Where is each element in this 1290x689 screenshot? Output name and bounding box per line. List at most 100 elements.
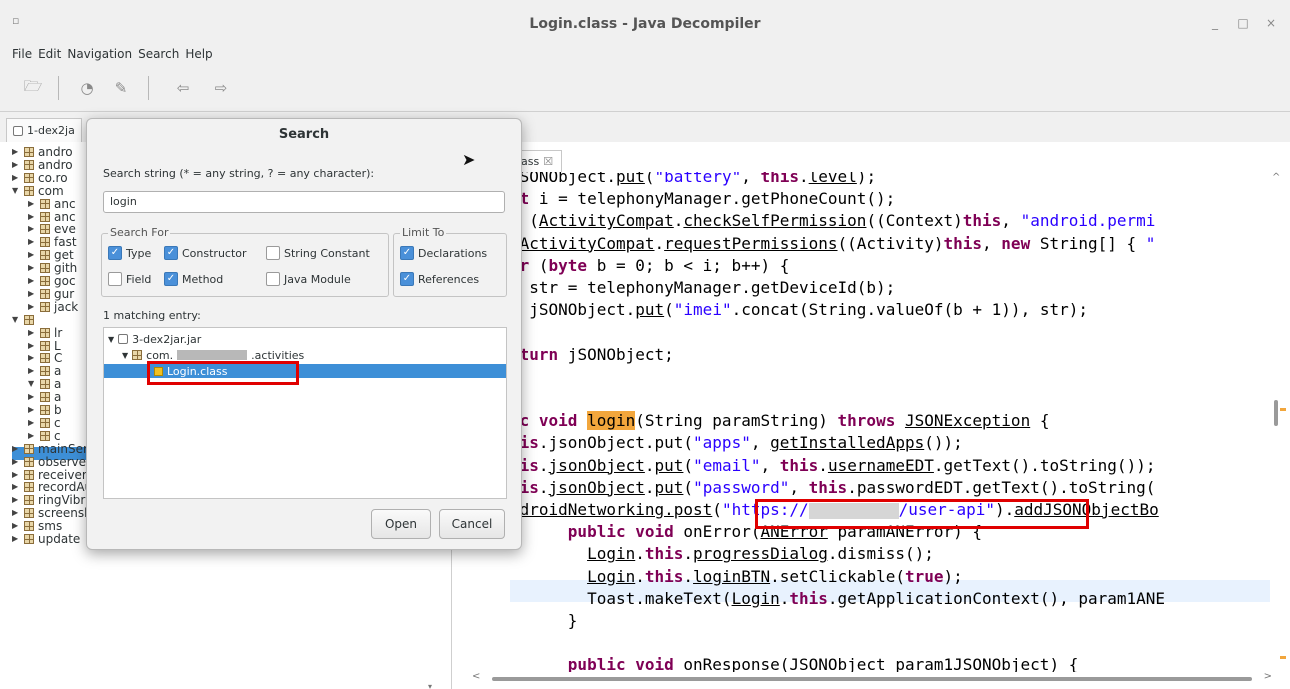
tree-item[interactable]: ▶ receiver: [12, 469, 87, 481]
maximize-button[interactable]: □: [1236, 16, 1250, 30]
expand-arrow-icon[interactable]: ▶: [28, 365, 36, 377]
collapse-arrow-icon[interactable]: ▼: [12, 314, 20, 326]
close-button[interactable]: ×: [1264, 16, 1278, 30]
expand-arrow-icon[interactable]: ▶: [28, 211, 36, 223]
menu-navigation[interactable]: Navigation: [67, 47, 132, 61]
expand-arrow-icon[interactable]: ▶: [12, 481, 20, 493]
code-line[interactable]: Login.this.progressDialog.dismiss();: [510, 543, 934, 565]
expand-arrow-icon[interactable]: ▶: [12, 469, 20, 481]
open-type-icon[interactable]: ◔: [76, 78, 98, 98]
expand-arrow-icon[interactable]: ▶: [28, 301, 36, 313]
expand-arrow-icon[interactable]: ▶: [28, 352, 36, 364]
expand-arrow-icon[interactable]: ▶: [12, 172, 20, 184]
expand-arrow-icon[interactable]: ▶: [12, 533, 20, 545]
code-line[interactable]: public void onResponse(JSONObject param1…: [510, 654, 1079, 672]
collapse-arrow-icon[interactable]: ▼: [12, 185, 20, 197]
tree-item[interactable]: ▶ eve: [28, 223, 76, 235]
expand-arrow-icon[interactable]: ▶: [28, 430, 36, 442]
close-tab-icon[interactable]: ☒: [543, 155, 553, 168]
expand-arrow-icon[interactable]: ▶: [12, 443, 20, 455]
tree-item[interactable]: ▶ gith: [28, 262, 77, 274]
back-icon[interactable]: ⇦: [172, 78, 194, 98]
expand-arrow-icon[interactable]: ▶: [28, 327, 36, 339]
menu-file[interactable]: File: [12, 47, 32, 61]
scroll-up-icon[interactable]: ^: [1272, 172, 1280, 183]
expand-arrow-icon[interactable]: ▼: [108, 335, 114, 344]
code-line[interactable]: eturn jSONObject;: [510, 344, 674, 366]
expand-arrow-icon[interactable]: ▶: [12, 456, 20, 468]
result-jar-row[interactable]: ▼ 3-dex2jar.jar: [108, 332, 201, 346]
code-line[interactable]: f (ActivityCompat.checkSelfPermission((C…: [510, 210, 1155, 232]
code-line[interactable]: Toast.makeText(Login.this.getApplication…: [510, 588, 1165, 610]
tab-file[interactable]: 1-dex2ja: [6, 118, 82, 142]
vertical-scrollbar[interactable]: ^: [1272, 172, 1286, 672]
java-module-checkbox[interactable]: Java Module: [266, 272, 351, 286]
field-checkbox[interactable]: Field: [108, 272, 151, 286]
tree-item[interactable]: ▶ andro: [12, 146, 73, 158]
code-line[interactable]: his.jsonObject.put("apps", getInstalledA…: [510, 432, 963, 454]
code-line[interactable]: ic void login(String paramString) throws…: [510, 410, 1049, 432]
expand-arrow-icon[interactable]: ▶: [28, 236, 36, 248]
code-line[interactable]: or (byte b = 0; b < i; b++) {: [510, 255, 789, 277]
tree-item[interactable]: ▶ L: [28, 340, 61, 352]
result-package-row[interactable]: ▼ com. .activities: [122, 348, 304, 362]
tree-item[interactable]: ▶ b: [28, 404, 62, 416]
open-button[interactable]: Open: [371, 509, 431, 539]
search-results[interactable]: ▼ 3-dex2jar.jar ▼ com. .activities Login.…: [103, 327, 507, 499]
menu-search[interactable]: Search: [138, 47, 179, 61]
tree-item[interactable]: ▶ get: [28, 249, 74, 261]
code-line[interactable]: his.jsonObject.put("password", this.pass…: [510, 477, 1155, 499]
tree-item[interactable]: ▶ c: [28, 417, 61, 429]
tree-item[interactable]: ▶ co.ro: [12, 172, 68, 184]
minimize-button[interactable]: _: [1208, 16, 1222, 30]
tree-item[interactable]: ▶ jack: [28, 301, 78, 313]
tree-item[interactable]: ▶ anc: [28, 211, 76, 223]
collapse-arrow-icon[interactable]: ▼: [28, 378, 36, 390]
code-line[interactable]: jSONObject.put("battery", this.level);: [510, 172, 876, 188]
code-line[interactable]: str = telephonyManager.getDeviceId(b);: [510, 277, 895, 299]
tree-item[interactable]: ▶ a: [28, 391, 61, 403]
tree-item[interactable]: ▼ com: [12, 185, 64, 197]
tree-item[interactable]: ▶ sms: [12, 520, 62, 532]
tree-item[interactable]: ▶ lr: [28, 327, 62, 339]
expand-arrow-icon[interactable]: ▶: [12, 494, 20, 506]
expand-arrow-icon[interactable]: ▶: [28, 262, 36, 274]
cancel-button[interactable]: Cancel: [439, 509, 505, 539]
expand-arrow-icon[interactable]: ▶: [28, 340, 36, 352]
expand-arrow-icon[interactable]: ▶: [28, 404, 36, 416]
tree-item[interactable]: ▶ C: [28, 352, 62, 364]
search-icon[interactable]: ✎: [110, 78, 132, 98]
expand-arrow-icon[interactable]: ▶: [28, 288, 36, 300]
references-checkbox[interactable]: ✓ References: [400, 272, 479, 286]
scroll-right-icon[interactable]: >: [1264, 671, 1272, 682]
tree-item[interactable]: ▶ a: [28, 365, 61, 377]
menu-help[interactable]: Help: [185, 47, 212, 61]
tree-item[interactable]: ▶ andro: [12, 159, 73, 171]
expand-arrow-icon[interactable]: ▶: [28, 275, 36, 287]
code-line[interactable]: }: [510, 610, 578, 632]
source-code[interactable]: jSONObject.put("battery", this.level);nt…: [510, 172, 1270, 672]
code-line[interactable]: jSONObject.put("imei".concat(String.valu…: [510, 299, 1088, 321]
expand-arrow-icon[interactable]: ▼: [122, 351, 128, 360]
expand-arrow-icon[interactable]: ▶: [12, 507, 20, 519]
search-input[interactable]: login: [103, 191, 505, 213]
declarations-checkbox[interactable]: ✓ Declarations: [400, 246, 487, 260]
expand-arrow-icon[interactable]: ▶: [12, 159, 20, 171]
type-checkbox[interactable]: ✓ Type: [108, 246, 151, 260]
open-folder-icon[interactable]: 🗁: [22, 77, 44, 98]
string-constant-checkbox[interactable]: String Constant: [266, 246, 370, 260]
tree-item[interactable]: ▶ goc: [28, 275, 76, 287]
menu-edit[interactable]: Edit: [38, 47, 61, 61]
tree-item[interactable]: ▶ update: [12, 533, 80, 545]
expand-arrow-icon[interactable]: ▶: [28, 223, 36, 235]
vertical-scroll-thumb[interactable]: [1274, 400, 1278, 426]
forward-icon[interactable]: ⇨: [210, 78, 232, 98]
code-line[interactable]: ActivityCompat.requestPermissions((Activ…: [510, 233, 1156, 255]
method-checkbox[interactable]: ✓ Method: [164, 272, 223, 286]
tree-item[interactable]: ▶ anc: [28, 198, 76, 210]
expand-arrow-icon[interactable]: ▶: [28, 391, 36, 403]
horizontal-scroll-thumb[interactable]: [492, 677, 1252, 681]
tree-item[interactable]: ▶ observer: [12, 456, 91, 468]
expand-arrow-icon[interactable]: ▶: [28, 249, 36, 261]
expand-arrow-icon[interactable]: ▶: [12, 520, 20, 532]
